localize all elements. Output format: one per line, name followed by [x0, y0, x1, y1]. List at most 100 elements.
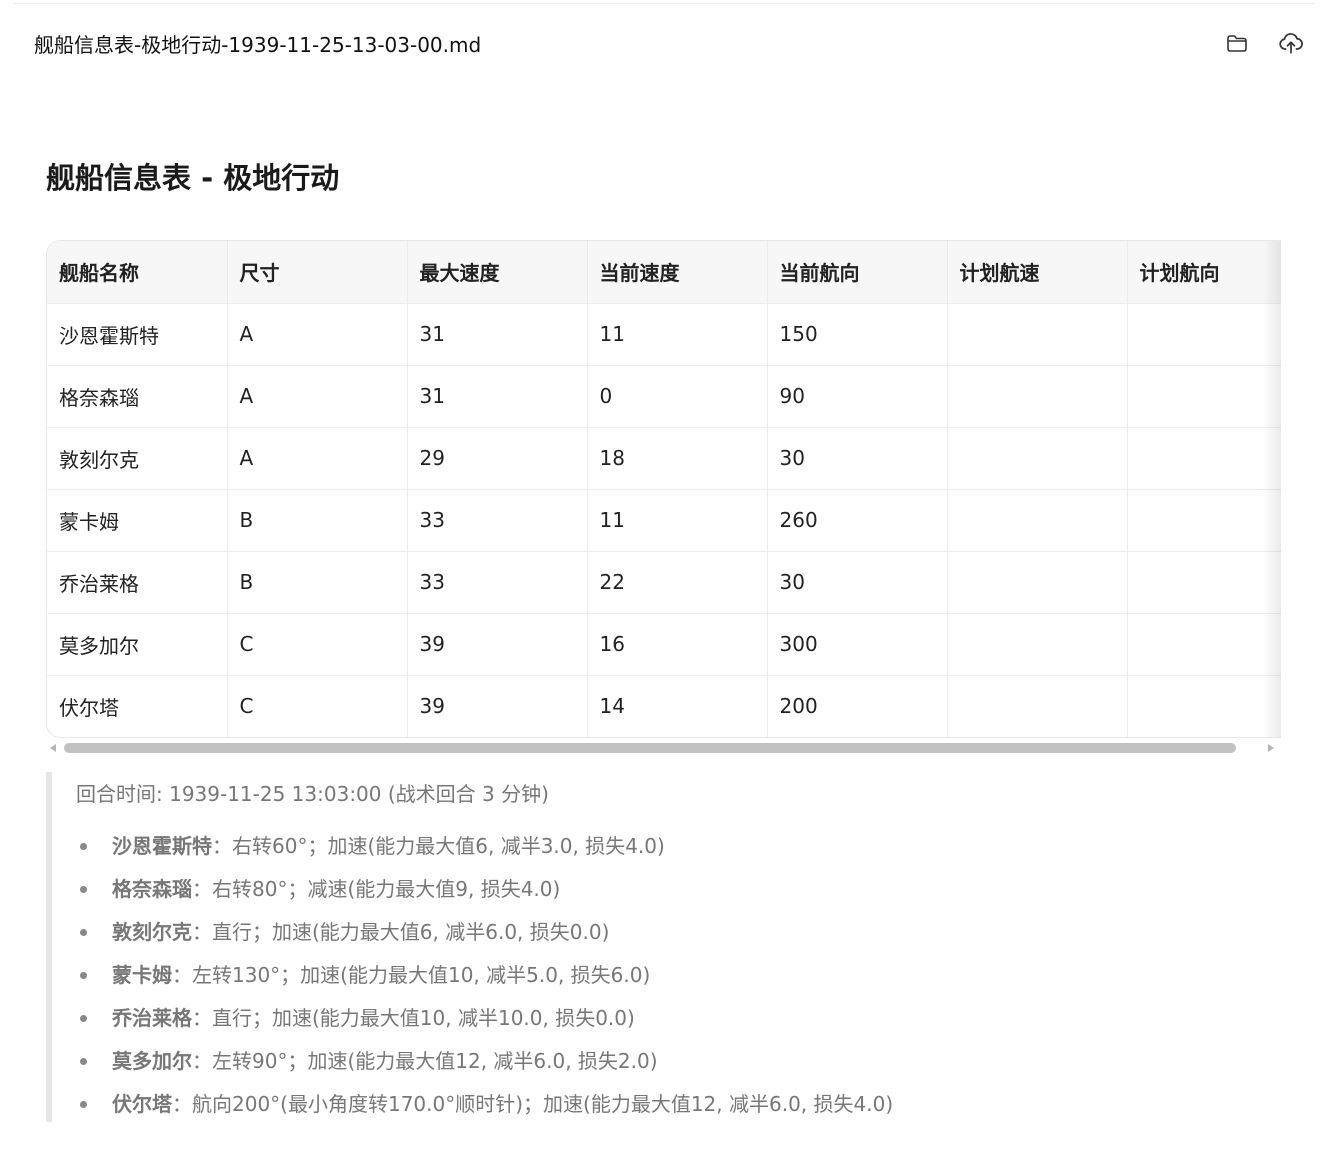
order-ship-name: 乔治莱格	[112, 1006, 192, 1030]
order-separator: ：	[172, 1092, 192, 1116]
table-cell	[947, 551, 1128, 614]
bullet-icon	[80, 1058, 87, 1065]
bullet-icon	[80, 1015, 87, 1022]
order-text: 直行；加速(能力最大值10, 减半10.0, 损失0.0)	[212, 1006, 635, 1030]
order-text: 左转90°；加速(能力最大值12, 减半6.0, 损失2.0)	[212, 1049, 658, 1073]
table-cell	[947, 613, 1128, 676]
order-ship-name: 莫多加尔	[112, 1049, 192, 1073]
table-cell: 蒙卡姆	[47, 489, 228, 552]
table-cell: 29	[407, 427, 588, 490]
table-row: 乔治莱格 B 33 22 30	[47, 551, 1281, 614]
table-cell	[1127, 613, 1281, 676]
list-item: 蒙卡姆：左转130°；加速(能力最大值10, 减半5.0, 损失6.0)	[76, 961, 1280, 1004]
order-separator: ：	[192, 920, 212, 944]
order-text: 右转80°；减速(能力最大值9, 损失4.0)	[212, 877, 561, 901]
scroll-right-arrow-icon[interactable]	[1268, 744, 1274, 752]
table-row: 敦刻尔克 A 29 18 30	[47, 427, 1281, 490]
order-separator: ：	[212, 834, 232, 858]
order-separator: ：	[192, 877, 212, 901]
bullet-icon	[80, 972, 87, 979]
order-separator: ：	[192, 1006, 212, 1030]
table-cell: 31	[407, 303, 588, 366]
table-cell	[947, 489, 1128, 552]
table-horizontal-scrollbar[interactable]	[46, 740, 1280, 756]
table-cell: 39	[407, 675, 588, 737]
column-header: 当前速度	[587, 241, 768, 304]
table-cell: 乔治莱格	[47, 551, 228, 614]
order-text: 航向200°(最小角度转170.0°顺时针)；加速(能力最大值12, 减半6.0…	[192, 1092, 894, 1116]
scrollbar-thumb[interactable]	[64, 743, 1236, 753]
table-cell: 18	[587, 427, 768, 490]
table-cell: 22	[587, 551, 768, 614]
column-header: 计划航向	[1127, 241, 1281, 304]
list-item: 沙恩霍斯特：右转60°；加速(能力最大值6, 减半3.0, 损失4.0)	[76, 832, 1280, 875]
column-header: 最大速度	[407, 241, 588, 304]
table-cell	[1127, 551, 1281, 614]
order-separator: ：	[192, 1049, 212, 1073]
table-cell: 11	[587, 303, 768, 366]
table-cell: C	[227, 613, 408, 676]
round-time: 回合时间: 1939-11-25 13:03:00 (战术回合 3 分钟)	[76, 782, 549, 806]
table-cell: C	[227, 675, 408, 737]
table-cell: 260	[767, 489, 948, 552]
bullet-icon	[80, 929, 87, 936]
table-cell: 90	[767, 365, 948, 428]
table-cell: A	[227, 427, 408, 490]
table-cell	[947, 675, 1128, 737]
bullet-icon	[80, 886, 87, 893]
table-cell: 莫多加尔	[47, 613, 228, 676]
order-text: 直行；加速(能力最大值6, 减半6.0, 损失0.0)	[212, 920, 610, 944]
column-header: 尺寸	[227, 241, 408, 304]
order-ship-name: 伏尔塔	[112, 1092, 172, 1116]
column-header: 计划航速	[947, 241, 1128, 304]
column-header: 舰船名称	[47, 241, 228, 304]
order-ship-name: 蒙卡姆	[112, 963, 172, 987]
table-cell: 格奈森瑙	[47, 365, 228, 428]
folder-icon	[1227, 35, 1247, 52]
order-text: 右转60°；加速(能力最大值6, 减半3.0, 损失4.0)	[232, 834, 665, 858]
ship-table-container[interactable]: 舰船名称 尺寸 最大速度 当前速度 当前航向 计划航速 计划航向 沙恩霍斯特 A…	[46, 240, 1281, 738]
file-name: 舰船信息表-极地行动-1939-11-25-13-03-00.md	[34, 33, 482, 57]
column-header: 当前航向	[767, 241, 948, 304]
table-cell: 30	[767, 427, 948, 490]
order-ship-name: 敦刻尔克	[112, 920, 192, 944]
turn-orders-blockquote: 回合时间: 1939-11-25 13:03:00 (战术回合 3 分钟) 沙恩…	[46, 772, 1280, 1122]
table-cell: 150	[767, 303, 948, 366]
table-row: 沙恩霍斯特 A 31 11 150	[47, 303, 1281, 366]
table-cell	[947, 427, 1128, 490]
table-cell: A	[227, 365, 408, 428]
scroll-left-arrow-icon[interactable]	[50, 744, 56, 752]
table-cell	[1127, 427, 1281, 490]
document-title: 舰船信息表 - 极地行动	[46, 161, 340, 195]
bullet-icon	[80, 843, 87, 850]
upload-button[interactable]	[1276, 28, 1306, 58]
file-header: 舰船信息表-极地行动-1939-11-25-13-03-00.md	[0, 0, 1326, 90]
table-cell	[1127, 303, 1281, 366]
list-item: 格奈森瑙：右转80°；减速(能力最大值9, 损失4.0)	[76, 875, 1280, 918]
table-cell	[1127, 365, 1281, 428]
ship-orders-list: 沙恩霍斯特：右转60°；加速(能力最大值6, 减半3.0, 损失4.0) 格奈森…	[76, 832, 1280, 1133]
order-ship-name: 沙恩霍斯特	[112, 834, 212, 858]
bullet-icon	[80, 1101, 87, 1108]
table-row: 蒙卡姆 B 33 11 260	[47, 489, 1281, 552]
table-cell: B	[227, 551, 408, 614]
order-separator: ：	[172, 963, 192, 987]
table-cell	[1127, 675, 1281, 737]
table-cell: 敦刻尔克	[47, 427, 228, 490]
table-cell	[947, 303, 1128, 366]
open-folder-button[interactable]	[1222, 28, 1252, 58]
table-cell: B	[227, 489, 408, 552]
table-cell: 39	[407, 613, 588, 676]
list-item: 乔治莱格：直行；加速(能力最大值10, 减半10.0, 损失0.0)	[76, 1004, 1280, 1047]
order-ship-name: 格奈森瑙	[112, 877, 192, 901]
table-cell: 33	[407, 551, 588, 614]
table-cell	[1127, 489, 1281, 552]
table-cell: 31	[407, 365, 588, 428]
table-cell: 伏尔塔	[47, 675, 228, 737]
table-cell: 11	[587, 489, 768, 552]
cloud-upload-icon	[1279, 33, 1303, 54]
list-item: 敦刻尔克：直行；加速(能力最大值6, 减半6.0, 损失0.0)	[76, 918, 1280, 961]
table-row: 格奈森瑙 A 31 0 90	[47, 365, 1281, 428]
table-cell: 30	[767, 551, 948, 614]
table-cell: 0	[587, 365, 768, 428]
